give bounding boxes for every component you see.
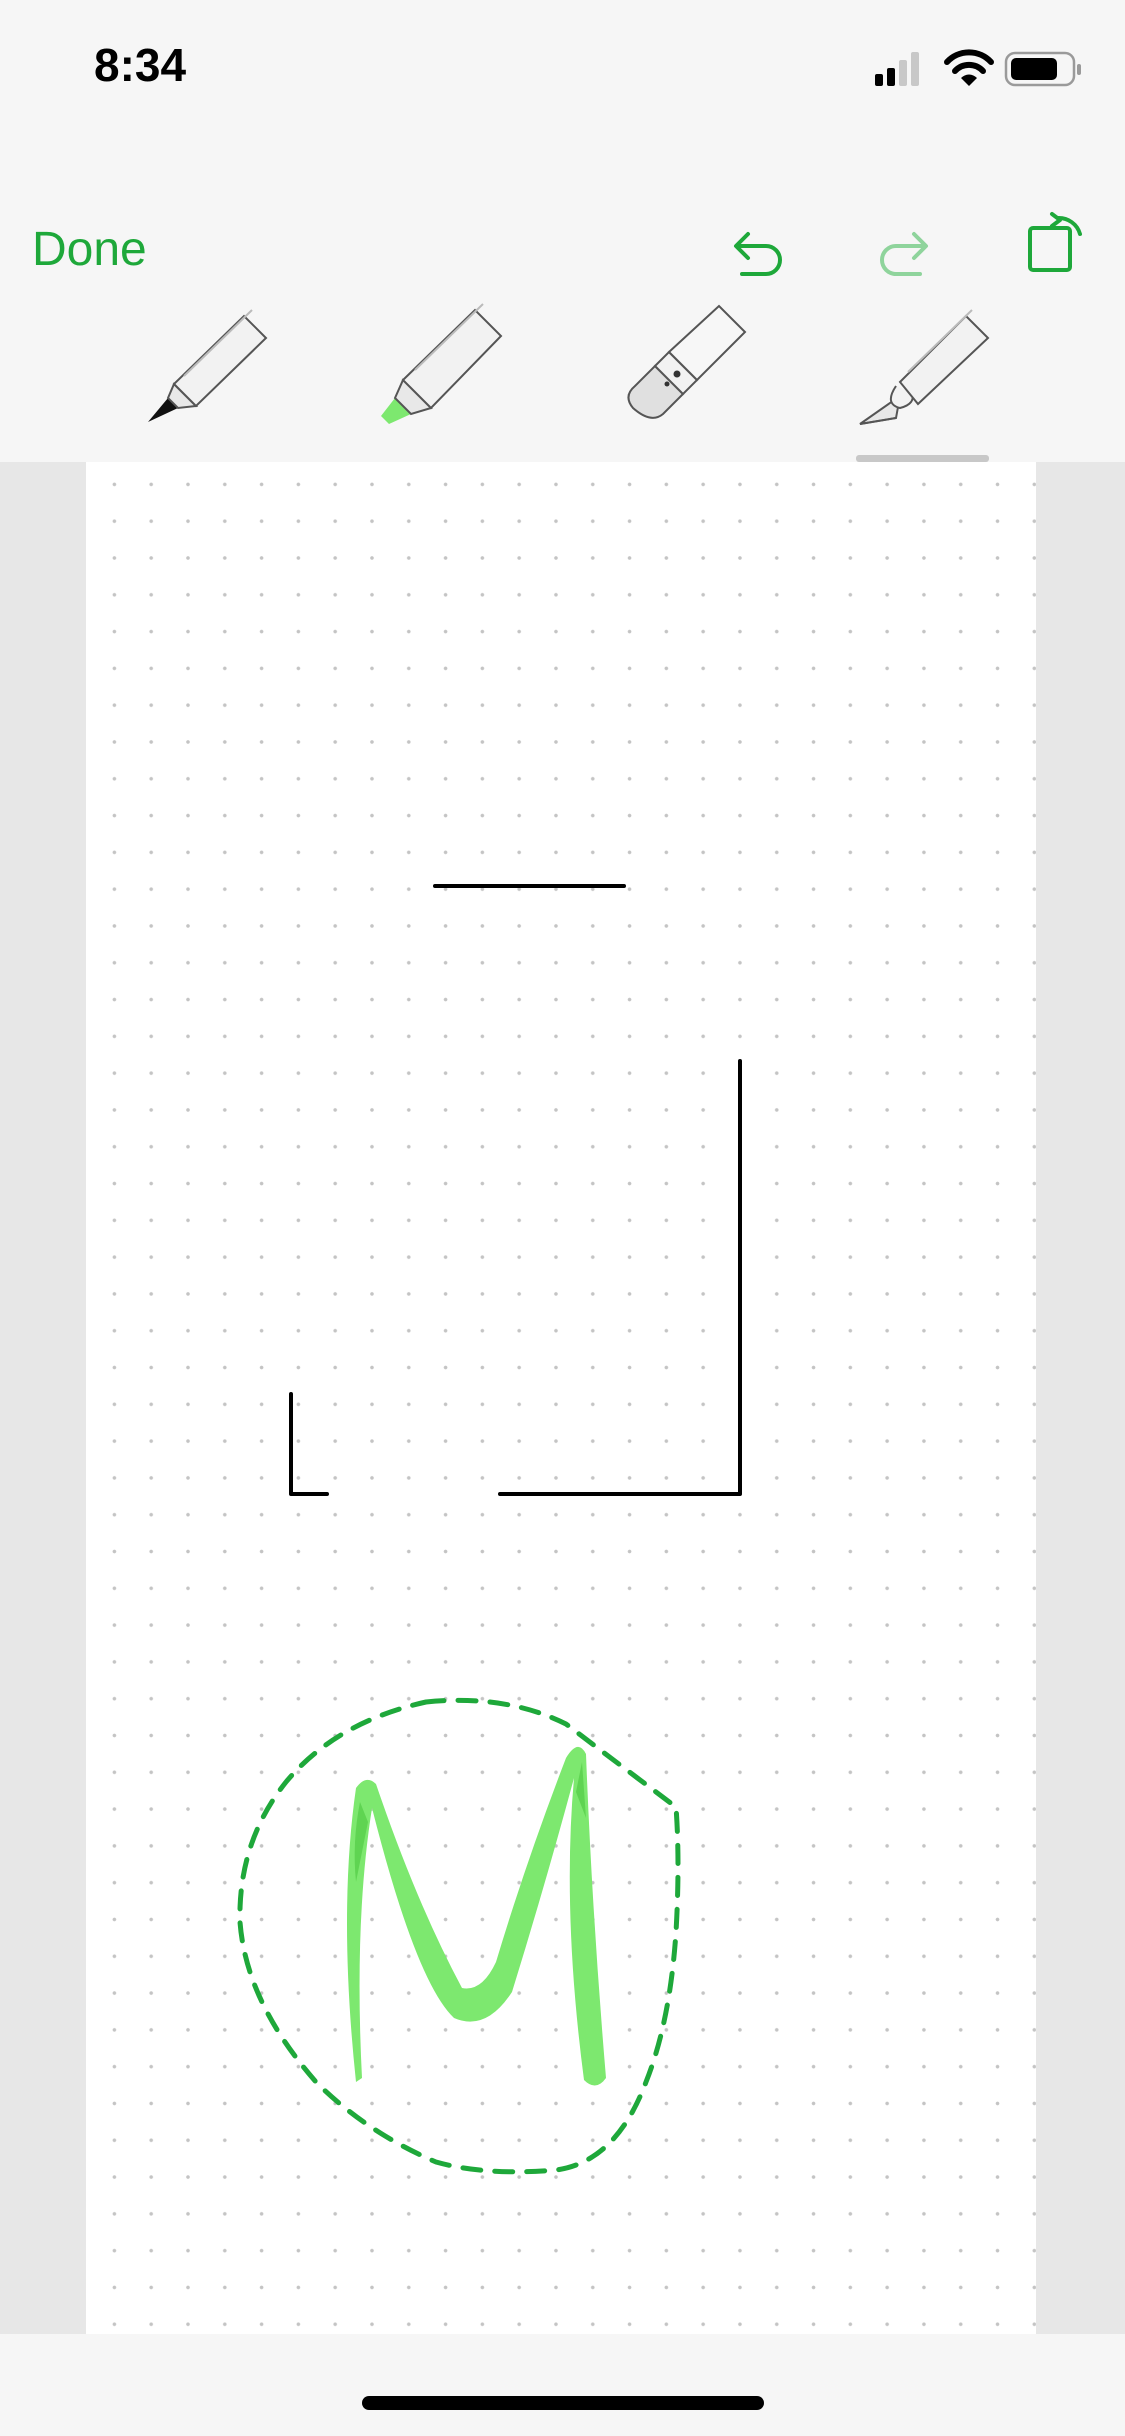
lasso-selection-outline[interactable]	[237, 1697, 681, 2175]
lasso-tool[interactable]	[856, 300, 996, 440]
pen-tool[interactable]	[140, 300, 280, 440]
lasso-cutter-icon	[859, 309, 990, 425]
wifi-icon	[944, 49, 994, 86]
home-area	[0, 2334, 1125, 2436]
cellular-signal-icon	[875, 52, 919, 86]
selected-tool-indicator	[856, 455, 989, 462]
eraser-tool[interactable]	[615, 300, 755, 440]
battery-icon	[1004, 51, 1081, 87]
rotate-icon[interactable]	[1024, 206, 1094, 281]
status-icons	[875, 44, 1085, 94]
home-indicator[interactable]	[362, 2396, 764, 2410]
highlighter-letter-m[interactable]	[347, 1746, 606, 2086]
pen-icon	[148, 309, 268, 422]
drawing-canvas[interactable]	[86, 462, 1036, 2334]
top-bar: 8:34 Done	[0, 0, 1125, 462]
highlighter-icon	[381, 303, 503, 424]
undo-icon[interactable]	[728, 218, 788, 283]
eraser-icon	[627, 304, 747, 419]
ink-stroke-bracket[interactable]	[498, 1059, 742, 1496]
highlighter-tool[interactable]	[375, 300, 515, 440]
done-button[interactable]: Done	[32, 222, 147, 277]
status-time: 8:34	[94, 39, 187, 91]
redo-icon[interactable]	[874, 218, 934, 283]
ink-stroke-small-corner[interactable]	[289, 1392, 329, 1496]
